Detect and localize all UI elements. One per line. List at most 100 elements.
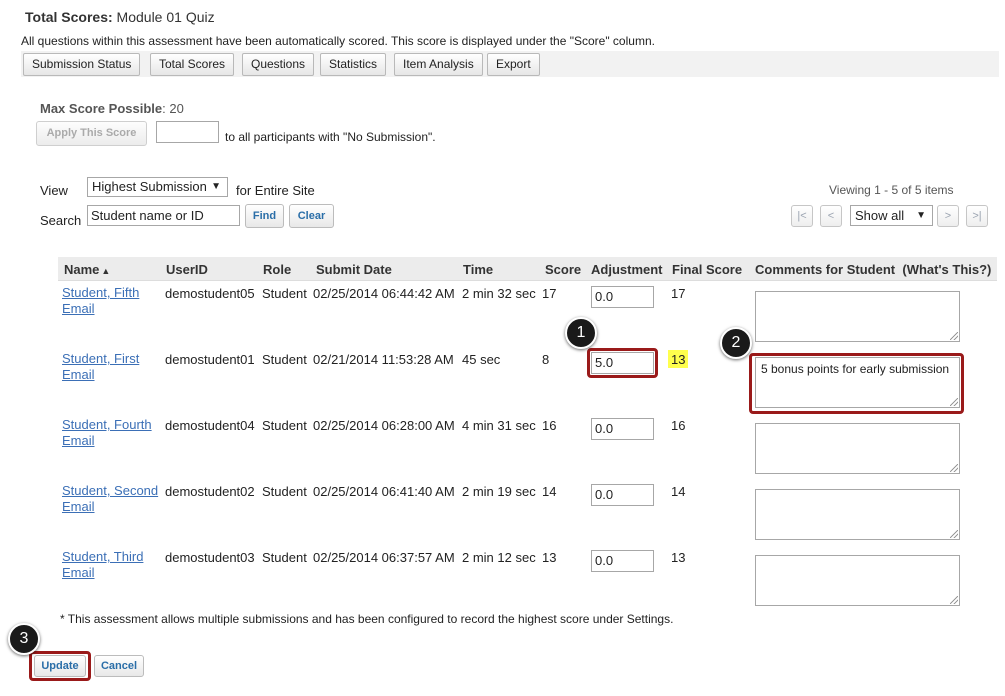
- time-cell: 4 min 31 sec: [462, 418, 536, 433]
- score-cell: 17: [542, 286, 557, 301]
- final-score-cell: 13: [671, 550, 686, 565]
- view-scope-text: for Entire Site: [236, 183, 315, 198]
- tab-item-analysis[interactable]: Item Analysis: [394, 53, 483, 76]
- tab-questions[interactable]: Questions: [242, 53, 315, 76]
- student-name-link[interactable]: Student, Fourth Email: [62, 417, 152, 449]
- student-name[interactable]: Student, Third: [62, 549, 143, 565]
- first-page-icon[interactable]: |<: [791, 205, 813, 227]
- final-score-cell: 14: [671, 484, 686, 499]
- resize-grip-icon[interactable]: [950, 596, 958, 604]
- callout-badge-2: 2: [720, 327, 752, 359]
- prev-page-icon[interactable]: <: [820, 205, 842, 227]
- apply-score-suffix: to all participants with "No Submission"…: [225, 130, 436, 144]
- final-score-cell: 13: [671, 352, 686, 367]
- chevron-down-icon: ▼: [916, 210, 926, 221]
- tab-submission-status[interactable]: Submission Status: [23, 53, 141, 76]
- chevron-down-icon: ▼: [211, 181, 221, 192]
- submit-date-cell: 02/25/2014 06:44:42 AM: [313, 286, 455, 301]
- resize-grip-icon[interactable]: [950, 332, 958, 340]
- col-name-label: Name: [64, 262, 100, 277]
- student-name-link[interactable]: Student, Fifth Email: [62, 285, 139, 317]
- page-title-value: Module 01 Quiz: [116, 9, 215, 25]
- clear-button[interactable]: Clear: [289, 204, 334, 228]
- final-score-cell: 17: [671, 286, 686, 301]
- role-cell: Student: [262, 352, 307, 367]
- userid-cell: demostudent04: [165, 418, 255, 433]
- tab-export[interactable]: Export: [487, 53, 540, 76]
- student-email-link[interactable]: Email: [62, 565, 143, 581]
- search-input[interactable]: Student name or ID: [87, 205, 240, 226]
- page-size-select[interactable]: Show all ▼: [850, 205, 933, 226]
- student-name-link[interactable]: Student, First Email: [62, 351, 139, 383]
- col-comments: Comments for Student (What's This?): [755, 262, 991, 277]
- student-name[interactable]: Student, Fifth: [62, 285, 139, 301]
- page-size-value: Show all: [855, 208, 905, 223]
- userid-cell: demostudent02: [165, 484, 255, 499]
- userid-cell: demostudent03: [165, 550, 255, 565]
- comment-textarea[interactable]: [755, 423, 960, 474]
- page-title-label: Total Scores:: [25, 9, 113, 25]
- time-cell: 2 min 12 sec: [462, 550, 536, 565]
- time-cell: 45 sec: [462, 352, 501, 367]
- resize-grip-icon[interactable]: [950, 464, 958, 472]
- col-submit-date: Submit Date: [316, 262, 392, 277]
- comment-textarea[interactable]: [755, 489, 960, 540]
- max-score-label: Max Score Possible: [40, 101, 163, 116]
- adjustment-input[interactable]: 0.0: [591, 550, 654, 572]
- auto-score-notice: All questions within this assessment hav…: [21, 34, 655, 48]
- score-cell: 16: [542, 418, 557, 433]
- col-final-score: Final Score: [672, 262, 743, 277]
- sort-asc-icon: ▲: [101, 266, 111, 276]
- student-name[interactable]: Student, Second: [62, 483, 158, 499]
- adjustment-input[interactable]: 0.0: [591, 418, 654, 440]
- whats-this-link[interactable]: (What's This?): [902, 262, 991, 277]
- apply-score-input[interactable]: [156, 121, 219, 143]
- adjustment-highlight: [587, 348, 658, 378]
- comment-textarea[interactable]: [755, 555, 960, 606]
- callout-badge-3: 3: [8, 623, 40, 655]
- page-title: Total Scores: Module 01 Quiz: [25, 9, 215, 25]
- footnote: * This assessment allows multiple submis…: [60, 612, 674, 626]
- col-role: Role: [263, 262, 292, 277]
- col-name[interactable]: Name ▲: [64, 262, 110, 277]
- col-userid: UserID: [166, 262, 208, 277]
- tab-total-scores[interactable]: Total Scores: [150, 53, 235, 76]
- scores-table-header: Name ▲ UserID Role Submit Date Time Score…: [58, 257, 997, 281]
- role-cell: Student: [262, 286, 307, 301]
- time-cell: 2 min 19 sec: [462, 484, 536, 499]
- score-cell: 13: [542, 550, 557, 565]
- student-email-link[interactable]: Email: [62, 433, 152, 449]
- submit-date-cell: 02/25/2014 06:37:57 AM: [313, 550, 455, 565]
- update-highlight: [29, 651, 91, 681]
- max-score-value: : 20: [162, 101, 184, 116]
- last-page-icon[interactable]: >|: [966, 205, 988, 227]
- student-email-link[interactable]: Email: [62, 367, 139, 383]
- view-select[interactable]: Highest Submission ▼: [87, 177, 228, 197]
- student-name[interactable]: Student, Fourth: [62, 417, 152, 433]
- adjustment-input[interactable]: 0.0: [591, 286, 654, 308]
- resize-grip-icon[interactable]: [950, 530, 958, 538]
- time-cell: 2 min 32 sec: [462, 286, 536, 301]
- assessment-nav-bar: Submission Status Total Scores Questions…: [21, 51, 999, 77]
- student-name[interactable]: Student, First: [62, 351, 139, 367]
- submit-date-cell: 02/25/2014 06:28:00 AM: [313, 418, 455, 433]
- student-name-link[interactable]: Student, Third Email: [62, 549, 143, 581]
- adjustment-input[interactable]: 0.0: [591, 484, 654, 506]
- apply-score-button[interactable]: Apply This Score: [36, 121, 147, 146]
- cancel-button[interactable]: Cancel: [94, 655, 144, 677]
- max-score: Max Score Possible: 20: [40, 101, 184, 116]
- find-button[interactable]: Find: [245, 204, 284, 228]
- student-email-link[interactable]: Email: [62, 499, 158, 515]
- role-cell: Student: [262, 550, 307, 565]
- next-page-icon[interactable]: >: [937, 205, 959, 227]
- col-adjustment: Adjustment: [591, 262, 663, 277]
- final-score-cell: 16: [671, 418, 686, 433]
- tab-statistics[interactable]: Statistics: [320, 53, 387, 76]
- student-name-link[interactable]: Student, Second Email: [62, 483, 158, 515]
- callout-badge-1: 1: [565, 317, 597, 349]
- comment-textarea[interactable]: [755, 291, 960, 342]
- student-email-link[interactable]: Email: [62, 301, 139, 317]
- search-label: Search: [40, 213, 82, 228]
- view-select-value: Highest Submission: [92, 179, 207, 194]
- score-cell: 14: [542, 484, 557, 499]
